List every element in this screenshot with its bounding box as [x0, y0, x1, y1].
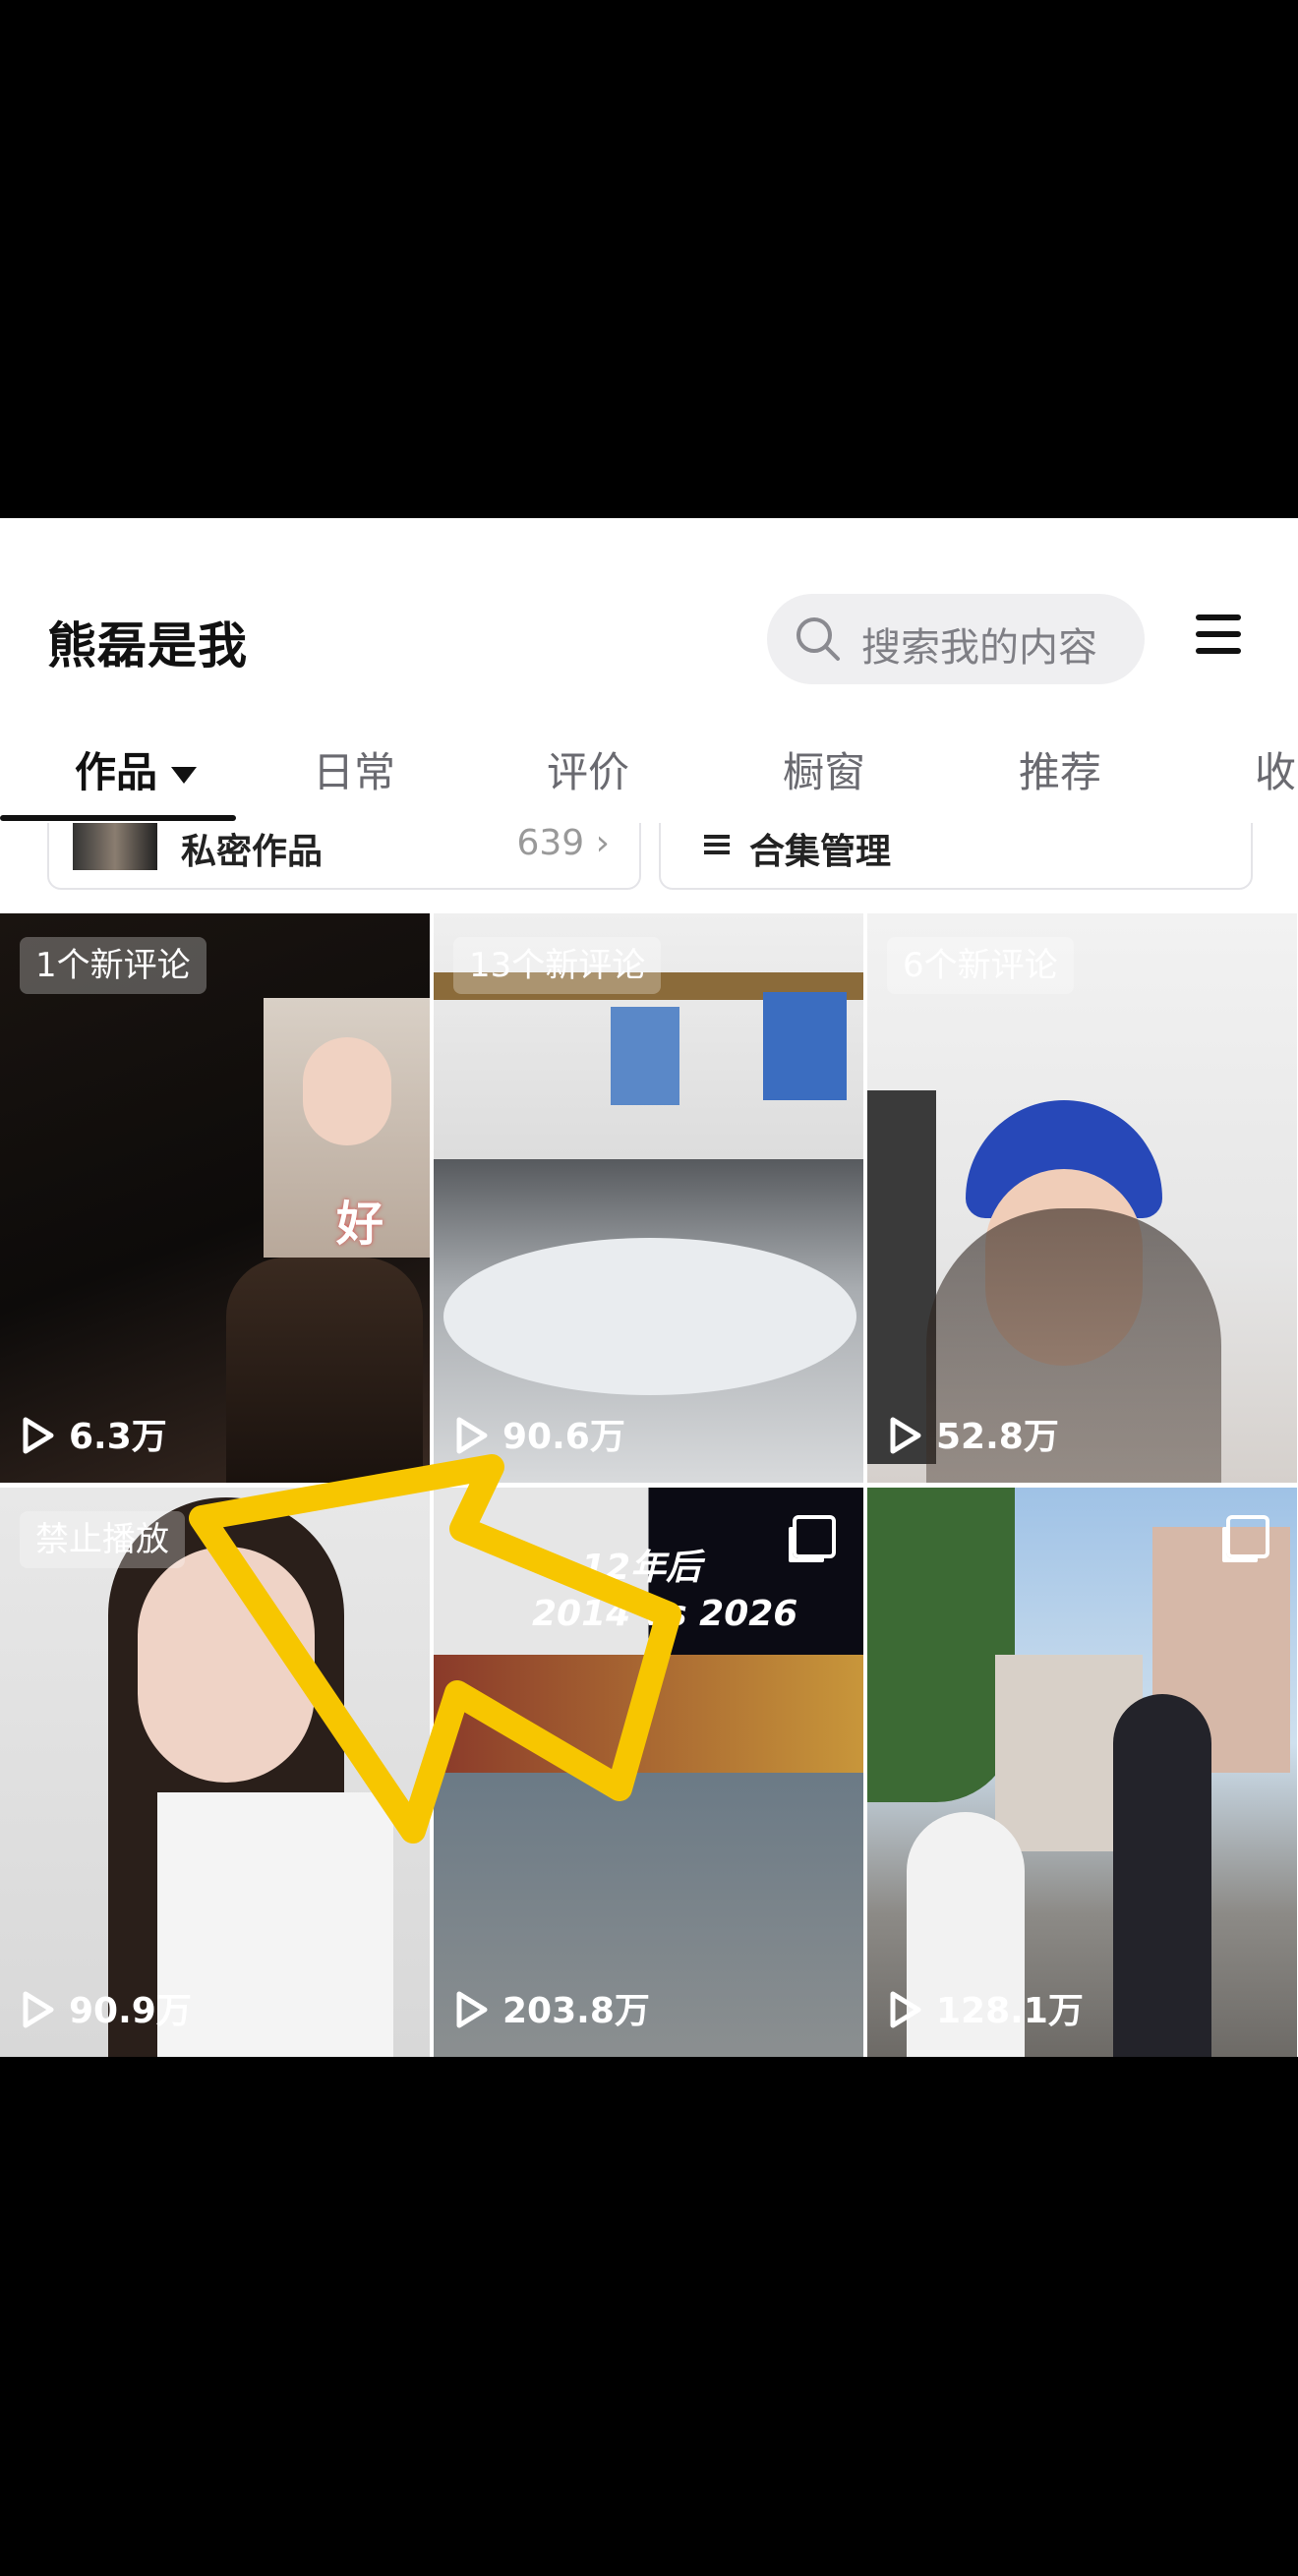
bottom-black-area	[0, 2057, 1298, 2576]
top-black-area	[0, 0, 1298, 518]
profile-panel: 熊磊是我 搜索我的内容 作品 日常 评价 橱窗 推荐 收 私密作品 639 › …	[0, 518, 1298, 2057]
annotation-arrow	[189, 1454, 681, 1844]
